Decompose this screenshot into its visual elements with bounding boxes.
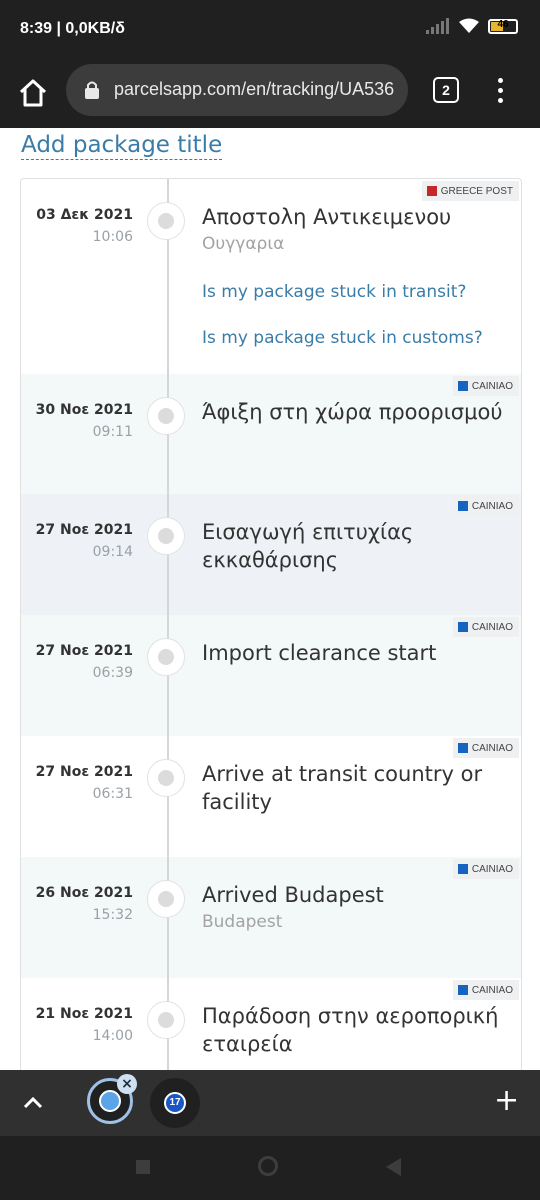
page-content: Add package title GREECE POST 03 Δεκ 202… [0,128,540,1070]
event-title: Άφιξη στη χώρα προορισμού [202,400,503,424]
battery-level: 46 [497,18,509,30]
status-time: 8:39 | 0,0KB/δ [20,20,125,37]
timeline-dot [147,880,185,918]
carrier-badge: CAINIAO [452,376,519,396]
status-icons: 46 [426,18,518,34]
url-bar[interactable]: parcelsapp.com/en/tracking/UA536 [66,64,408,116]
event-time: 09:11 [92,424,133,440]
event-date: 27 Νοε 2021 [35,522,133,538]
cainiao-icon [457,864,468,874]
status-bar: 8:39 | 0,0KB/δ 46 [0,0,540,62]
timeline-dot [147,759,185,797]
event-time: 09:14 [92,544,133,560]
event-location: Budapest [202,912,283,932]
url-text: parcelsapp.com/en/tracking/UA536 [114,79,395,99]
timeline-dot [147,202,185,240]
event-time: 06:39 [92,665,133,681]
timeline-event: CAINIAO 27 Νοε 2021 06:39 Import clearan… [21,615,521,736]
17track-icon: 17 [164,1092,186,1114]
wifi-icon [459,18,479,33]
event-title: Import clearance start [202,641,437,665]
home-nav-icon[interactable] [258,1156,278,1176]
event-date: 30 Νοε 2021 [35,402,133,418]
recents-icon[interactable] [136,1160,150,1174]
carrier-badge: GREECE POST [421,181,519,201]
timeline-dot [147,638,185,676]
event-date: 03 Δεκ 2021 [36,207,133,223]
cainiao-icon [457,622,468,632]
stuck-in-customs-link[interactable]: Is my package stuck in customs? [202,328,483,348]
battery-icon: 46 [488,18,518,34]
timeline-event: CAINIAO 27 Νοε 2021 09:14 Εισαγωγή επιτυ… [21,494,521,615]
carrier-badge: CAINIAO [452,617,519,637]
add-package-title-link[interactable]: Add package title [21,131,223,160]
greece-post-icon [426,186,437,196]
event-date: 21 Νοε 2021 [35,1006,133,1022]
tab-switcher-button[interactable]: 2 [433,77,459,103]
stuck-in-transit-link[interactable]: Is my package stuck in transit? [202,282,466,302]
tracking-timeline: GREECE POST 03 Δεκ 2021 10:06 Αποστολη Α… [20,178,522,1070]
event-title: Arrive at transit country or facility [202,762,483,814]
timeline-event: GREECE POST 03 Δεκ 2021 10:06 Αποστολη Α… [21,179,521,374]
new-tab-button[interactable]: + [494,1086,519,1116]
timeline-event: CAINIAO 27 Νοε 2021 06:31 Arrive at tran… [21,736,521,857]
event-title: Παράδοση στην αεροπορική εταιρεία [202,1004,499,1056]
cainiao-icon [457,985,468,995]
carrier-badge: CAINIAO [452,496,519,516]
event-time: 14:00 [92,1028,133,1044]
event-title: Εισαγωγή επιτυχίας εκκαθάρισης [202,520,414,572]
carrier-badge: CAINIAO [452,980,519,1000]
carrier-badge: CAINIAO [452,859,519,879]
system-nav-bar [0,1136,540,1200]
timeline-event: CAINIAO 21 Νοε 2021 14:00 Παράδοση στην … [21,978,521,1070]
event-title: Arrived Budapest [202,883,384,907]
back-icon[interactable] [386,1158,401,1176]
event-location: Ουγγαρια [202,234,285,254]
carrier-badge: CAINIAO [452,738,519,758]
bottom-tab-strip: × 17 + [0,1070,540,1136]
timeline-event: CAINIAO 30 Νοε 2021 09:11 Άφιξη στη χώρα… [21,374,521,494]
timeline-dot [147,397,185,435]
cainiao-icon [457,381,468,391]
timeline-dot [147,517,185,555]
event-title: Αποστολη Αντικειμενου [202,205,452,229]
timeline-event: CAINIAO 26 Νοε 2021 15:32 Arrived Budape… [21,857,521,978]
cainiao-icon [457,501,468,511]
browser-toolbar: parcelsapp.com/en/tracking/UA536 2 [0,62,540,128]
cainiao-icon [457,743,468,753]
home-icon[interactable] [16,76,50,110]
parcels-app-icon [99,1090,121,1112]
close-tab-icon[interactable]: × [117,1074,137,1094]
timeline-dot [147,1001,185,1039]
event-time: 06:31 [92,786,133,802]
more-menu-icon[interactable] [494,76,506,106]
tab-thumbnail-17track[interactable]: 17 [150,1078,200,1128]
signal-icon [426,18,449,34]
event-date: 27 Νοε 2021 [35,764,133,780]
event-date: 26 Νοε 2021 [35,885,133,901]
chevron-up-icon[interactable] [22,1092,44,1114]
event-time: 15:32 [92,907,133,923]
event-time: 10:06 [92,229,133,245]
event-date: 27 Νοε 2021 [35,643,133,659]
lock-icon [85,81,99,99]
